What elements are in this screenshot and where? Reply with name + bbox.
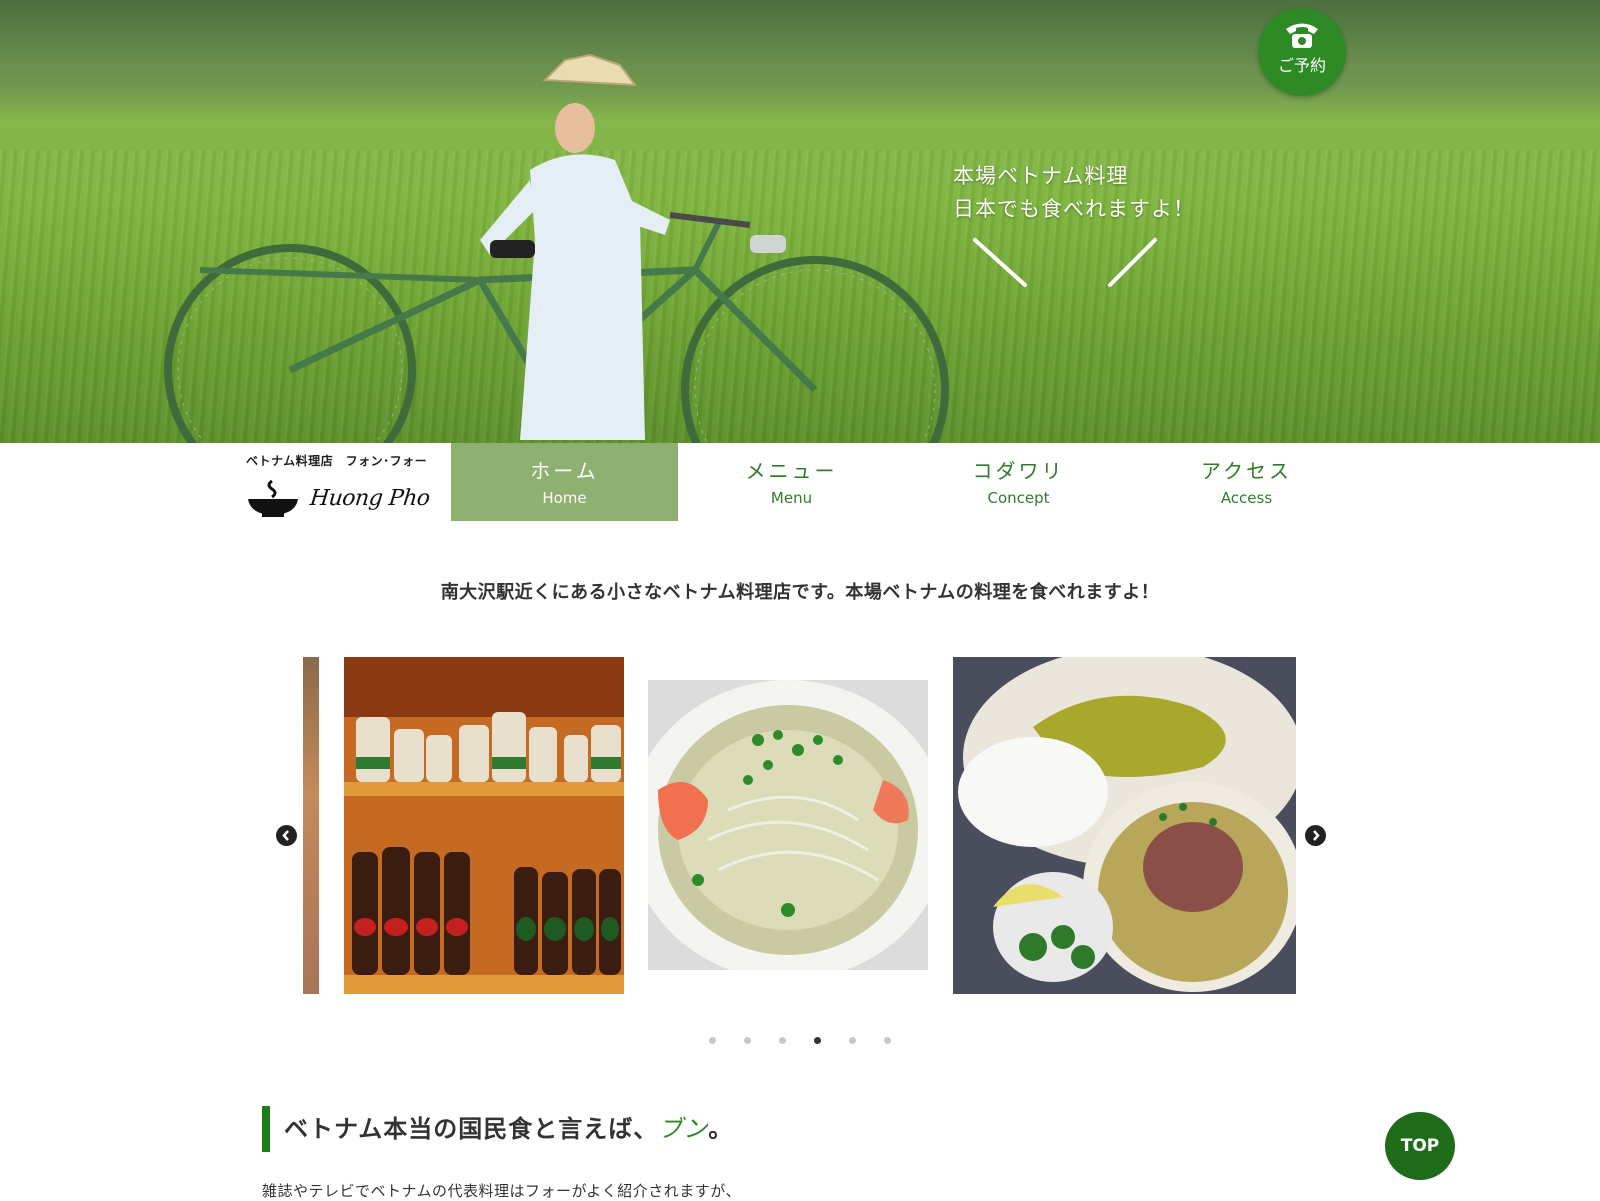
brand-logo-text: Huong Pho [308,485,431,511]
hero-banner: 本場ベトナム料理 日本でも食べれますよ！ ご予約 [0,0,1600,443]
hero-tagline-line2: 日本でも食べれますよ！ [953,197,1195,221]
brand-subtitle: ベトナム料理店 フォン･フォー [246,454,428,468]
carousel-dot-4[interactable] [814,1037,821,1044]
nav-item-concept-jp: コダワリ [972,459,1065,483]
nav-item-home[interactable]: ホーム Home [451,443,678,521]
hero-tagline-line1: 本場ベトナム料理 [953,164,1129,188]
carousel-pagination [0,1029,1600,1048]
telephone-icon [1286,23,1318,48]
pho-curry-photo [953,657,1296,994]
chevron-left-icon [282,830,289,841]
reserve-button[interactable]: ご予約 [1258,8,1346,96]
carousel-slide-drinks-shelf[interactable] [344,657,624,994]
carousel-prev-button[interactable] [276,825,297,846]
carousel-slide-peek[interactable] [303,657,319,994]
carousel-dot-3[interactable] [779,1037,786,1044]
carousel-dot-6[interactable] [884,1037,891,1044]
carousel-dot-1[interactable] [709,1037,716,1044]
chevron-right-icon [1313,830,1320,841]
brand-logo[interactable]: ベトナム料理店 フォン･フォー Huong Pho [246,452,436,517]
noodle-bowl-icon [248,479,298,517]
hero-chopsticks-decoration [973,238,1157,287]
hero-tagline: 本場ベトナム料理 日本でも食べれますよ！ [953,160,1195,226]
drinks-shelf-photo [344,657,624,994]
section-heading-end: 。 [708,1114,734,1143]
carousel-slide-pho-curry-set[interactable] [953,657,1296,994]
intro-text: 南大沢駅近くにある小さなベトナム料理店です。本場ベトナムの料理を食べれますよ！ [440,582,1160,603]
nav-item-concept[interactable]: コダワリ Concept [905,443,1132,521]
carousel-dot-2[interactable] [744,1037,751,1044]
nav-item-menu-jp: メニュー [745,459,838,483]
back-to-top-button[interactable]: TOP [1385,1112,1455,1180]
section-heading: ベトナム本当の国民食と言えば、ブン。 [262,1106,733,1152]
nav-item-access-en: Access [1220,489,1273,507]
nav-item-access-jp: アクセス [1201,459,1292,483]
section-heading-main: ベトナム本当の国民食と言えば、 [284,1114,659,1143]
reserve-button-label: ご予約 [1277,56,1326,75]
section-heading-accent: ブン [658,1115,709,1143]
nav-item-home-jp: ホーム [530,459,599,483]
carousel-slide-seafood-soup[interactable] [648,680,928,970]
nav-item-access[interactable]: アクセス Access [1133,443,1360,521]
nav-item-menu[interactable]: メニュー Menu [678,443,905,521]
seafood-soup-photo [648,680,928,970]
photo-carousel [276,657,1326,994]
carousel-next-button[interactable] [1305,825,1326,846]
nav-item-menu-en: Menu [770,489,813,507]
section-body-text: 雑誌やテレビでベトナムの代表料理はフォーがよく紹介されますが、 [262,1182,742,1200]
hero-woman-bicycle-illustration [164,53,949,443]
nav-item-concept-en: Concept [987,489,1050,507]
carousel-dot-5[interactable] [849,1037,856,1044]
nav-item-home-en: Home [542,489,587,507]
